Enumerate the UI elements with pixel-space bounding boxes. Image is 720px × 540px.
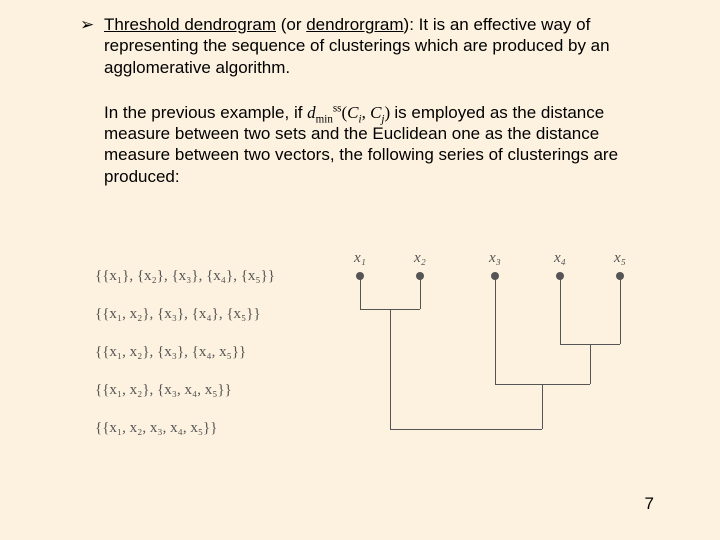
dendro-edge: [620, 276, 621, 344]
formula-d: d: [307, 103, 316, 122]
leaf-label-x3: x₃: [489, 250, 501, 267]
dendro-edge: [560, 276, 561, 344]
formula-C1: C: [347, 103, 358, 122]
dendro-edge: [390, 429, 542, 430]
leaf-label-x4: x₄: [554, 250, 566, 267]
leaf-label-x2: x₂: [414, 250, 426, 267]
figure-area: {{x₁}, {x₂}, {x₃}, {x₄}, {x₅}} {{x₁, x₂}…: [95, 254, 655, 464]
dendro-edge: [360, 276, 361, 309]
page-number: 7: [645, 494, 654, 514]
para-pre: In the previous example, if: [104, 103, 307, 122]
term-dendrorgram: dendrorgram: [306, 15, 403, 34]
formula-C2: C: [370, 103, 381, 122]
leaf-label-x5: x₅: [614, 250, 626, 267]
clustering-step-1: {{x₁, x₂}, {x₃}, {x₄}, {x₅}}: [95, 306, 261, 323]
clustering-step-3: {{x₁, x₂}, {x₃, x₄, x₅}}: [95, 382, 232, 399]
distance-formula: dminss(Ci, Cj): [307, 103, 394, 122]
bullet-between: (or: [276, 15, 306, 34]
dendro-edge: [495, 276, 496, 384]
bullet-text: Threshold dendrogram (or dendrorgram): I…: [104, 14, 660, 78]
formula-comma: ,: [362, 103, 371, 122]
term-threshold-dendrogram: Threshold dendrogram: [104, 15, 276, 34]
clustering-step-0: {{x₁}, {x₂}, {x₃}, {x₄}, {x₅}}: [95, 268, 275, 285]
bullet-item: ➢ Threshold dendrogram (or dendrorgram):…: [80, 14, 660, 78]
clustering-step-4: {{x₁, x₂, x₃, x₄, x₅}}: [95, 420, 217, 437]
leaf-label-x1: x₁: [354, 250, 366, 267]
dendro-edge: [420, 276, 421, 309]
arrow-bullet-icon: ➢: [80, 14, 104, 78]
dendrogram: x₁ x₂ x₃ x₄ x₅: [345, 254, 645, 454]
formula-close: ): [384, 103, 390, 122]
dendro-edge: [390, 309, 391, 429]
dendro-edge: [590, 344, 591, 384]
clustering-step-2: {{x₁, x₂}, {x₃}, {x₄, x₅}}: [95, 344, 246, 361]
example-paragraph: In the previous example, if dminss(Ci, C…: [104, 102, 660, 187]
dendro-edge: [542, 384, 543, 429]
